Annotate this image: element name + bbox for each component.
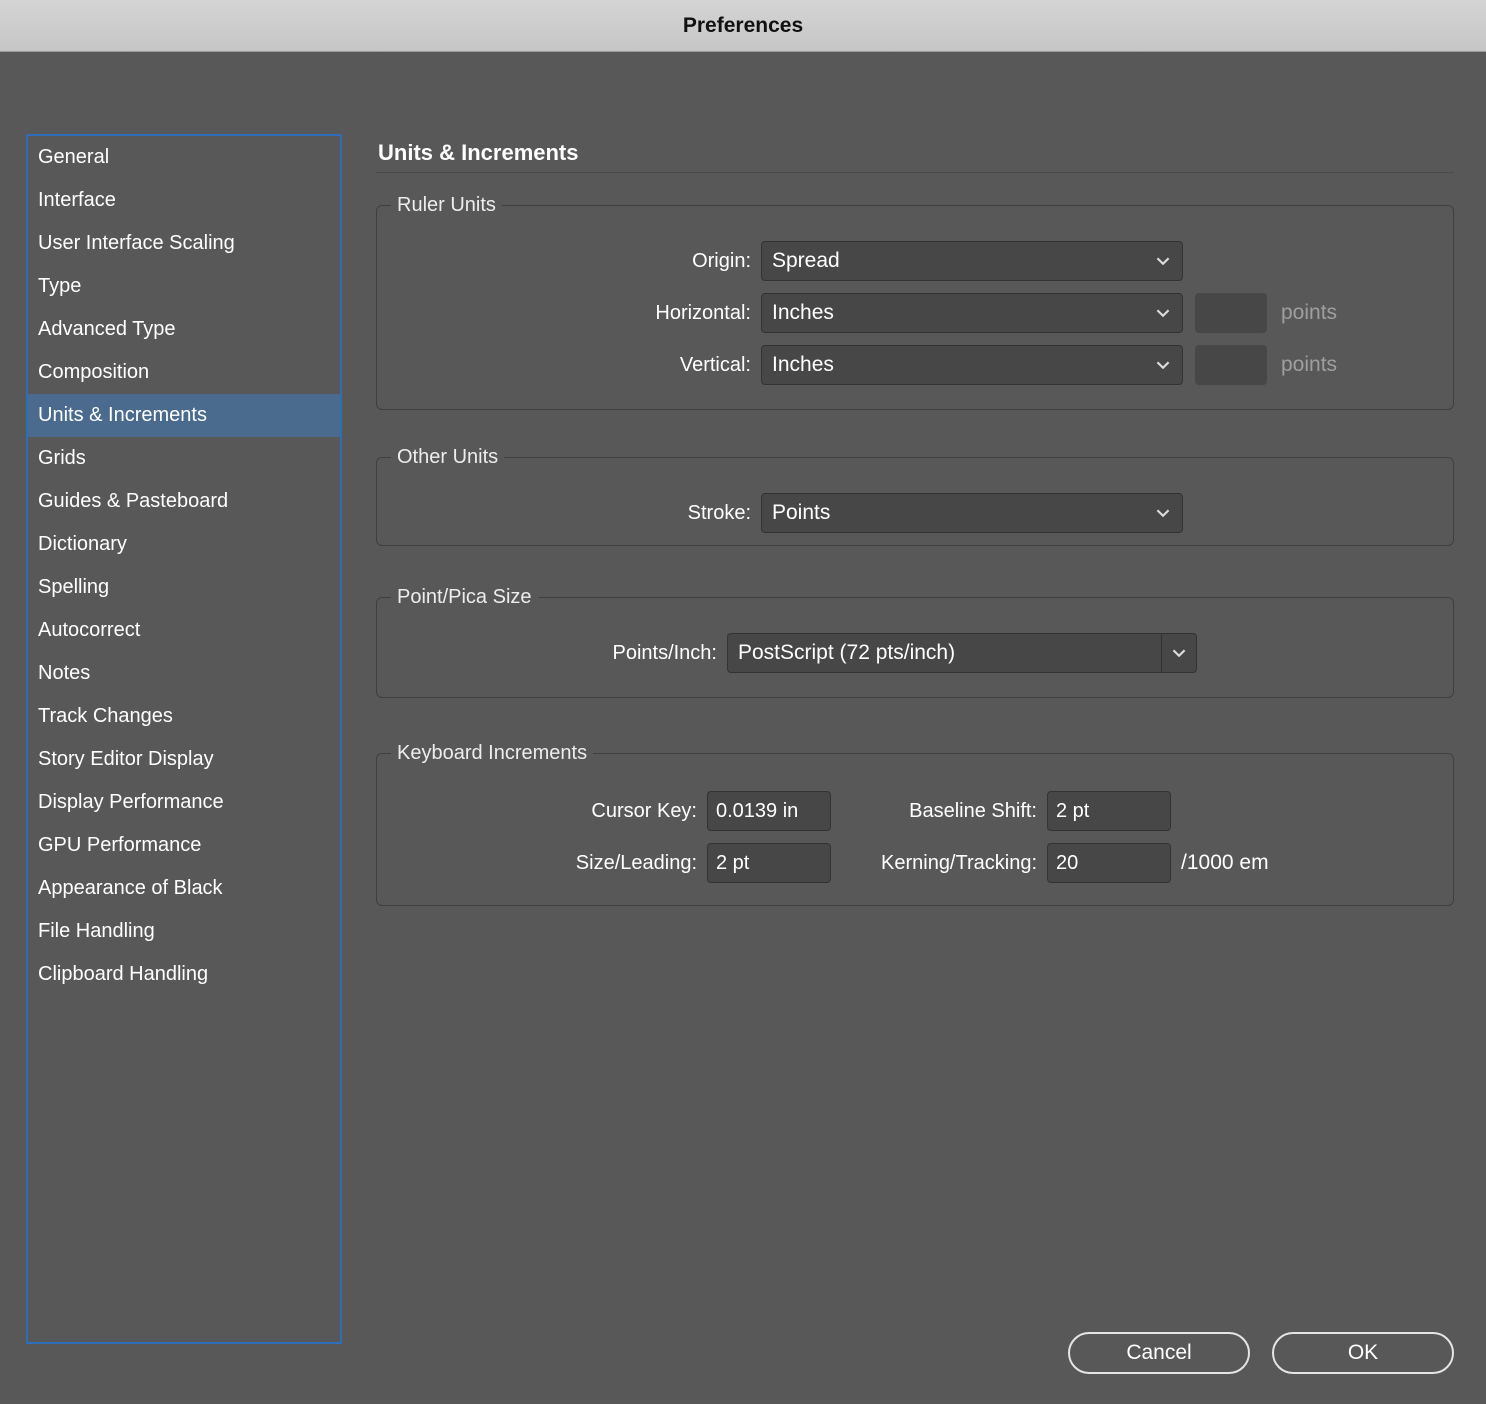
ok-button[interactable]: OK: [1272, 1332, 1454, 1374]
sidebar-item-label: File Handling: [38, 920, 155, 942]
input-horizontal-points[interactable]: [1195, 293, 1267, 333]
sidebar-item-label: Grids: [38, 447, 86, 469]
combobox-ppi[interactable]: PostScript (72 pts/inch): [727, 633, 1197, 673]
input-baseline-shift[interactable]: 2 pt: [1047, 791, 1171, 831]
group-point-pica: Point/Pica Size Points/Inch: PostScript …: [376, 586, 1454, 698]
chevron-down-icon: [1154, 304, 1172, 322]
sidebar-item-guides-pasteboard[interactable]: Guides & Pasteboard: [28, 480, 340, 523]
sidebar-item-label: Units & Increments: [38, 404, 207, 426]
window-title: Preferences: [683, 14, 803, 38]
sidebar-item-label: User Interface Scaling: [38, 232, 235, 254]
label-ppi: Points/Inch:: [377, 642, 717, 665]
dropdown-vertical[interactable]: Inches: [761, 345, 1183, 385]
input-size-leading[interactable]: 2 pt: [707, 843, 831, 883]
label-size-leading: Size/Leading:: [377, 852, 697, 875]
dropdown-origin[interactable]: Spread: [761, 241, 1183, 281]
window-titlebar: Preferences: [0, 0, 1486, 52]
sidebar-item-label: Track Changes: [38, 705, 173, 727]
sidebar-item-label: GPU Performance: [38, 834, 201, 856]
group-keyboard-increments: Keyboard Increments Cursor Key: 0.0139 i…: [376, 742, 1454, 906]
sidebar-item-type[interactable]: Type: [28, 265, 340, 308]
dropdown-horizontal[interactable]: Inches: [761, 293, 1183, 333]
sidebar-item-notes[interactable]: Notes: [28, 652, 340, 695]
suffix-vertical-points: points: [1281, 353, 1337, 377]
sidebar-item-autocorrect[interactable]: Autocorrect: [28, 609, 340, 652]
sidebar-item-story-editor-display[interactable]: Story Editor Display: [28, 738, 340, 781]
sidebar-item-label: Display Performance: [38, 791, 224, 813]
input-kerning-tracking[interactable]: 20: [1047, 843, 1171, 883]
sidebar-item-display-performance[interactable]: Display Performance: [28, 781, 340, 824]
sidebar-item-label: General: [38, 146, 109, 168]
group-keyboard-legend: Keyboard Increments: [391, 742, 593, 765]
label-vertical: Vertical:: [377, 354, 751, 377]
group-other-units: Other Units Stroke: Points: [376, 446, 1454, 546]
sidebar-item-label: Dictionary: [38, 533, 127, 555]
dropdown-vertical-value: Inches: [772, 353, 834, 377]
sidebar-item-composition[interactable]: Composition: [28, 351, 340, 394]
sidebar-item-label: Guides & Pasteboard: [38, 490, 228, 512]
label-origin: Origin:: [377, 250, 751, 273]
sidebar-item-general[interactable]: General: [28, 136, 340, 179]
label-cursor-key: Cursor Key:: [377, 800, 697, 823]
group-point-pica-legend: Point/Pica Size: [391, 586, 538, 609]
suffix-kerning-tracking: /1000 em: [1181, 851, 1269, 875]
sidebar-item-appearance-of-black[interactable]: Appearance of Black: [28, 867, 340, 910]
group-ruler-legend: Ruler Units: [391, 194, 502, 217]
sidebar-item-dictionary[interactable]: Dictionary: [28, 523, 340, 566]
sidebar-item-label: Autocorrect: [38, 619, 140, 641]
sidebar-item-track-changes[interactable]: Track Changes: [28, 695, 340, 738]
dropdown-origin-value: Spread: [772, 249, 840, 273]
sidebar-item-spelling[interactable]: Spelling: [28, 566, 340, 609]
sidebar-item-gpu-performance[interactable]: GPU Performance: [28, 824, 340, 867]
sidebar-item-label: Composition: [38, 361, 149, 383]
chevron-down-icon: [1154, 504, 1172, 522]
sidebar-item-label: Notes: [38, 662, 90, 684]
input-cursor-key[interactable]: 0.0139 in: [707, 791, 831, 831]
input-vertical-points[interactable]: [1195, 345, 1267, 385]
sidebar-item-interface[interactable]: Interface: [28, 179, 340, 222]
chevron-down-icon: [1161, 633, 1197, 673]
group-ruler-units: Ruler Units Origin: Spread Horizontal: I…: [376, 194, 1454, 410]
cancel-button[interactable]: Cancel: [1068, 1332, 1250, 1374]
sidebar-item-user-interface-scaling[interactable]: User Interface Scaling: [28, 222, 340, 265]
sidebar-item-advanced-type[interactable]: Advanced Type: [28, 308, 340, 351]
sidebar-item-label: Interface: [38, 189, 116, 211]
chevron-down-icon: [1154, 356, 1172, 374]
label-horizontal: Horizontal:: [377, 302, 751, 325]
sidebar-item-label: Spelling: [38, 576, 109, 598]
sidebar-item-label: Type: [38, 275, 81, 297]
panel-title: Units & Increments: [378, 140, 579, 166]
sidebar-item-units-increments[interactable]: Units & Increments: [28, 394, 340, 437]
sidebar-item-grids[interactable]: Grids: [28, 437, 340, 480]
chevron-down-icon: [1154, 252, 1172, 270]
suffix-horizontal-points: points: [1281, 301, 1337, 325]
preferences-category-list: General Interface User Interface Scaling Ty…: [26, 134, 342, 1344]
sidebar-item-label: Appearance of Black: [38, 877, 223, 899]
sidebar-item-label: Story Editor Display: [38, 748, 214, 770]
dropdown-stroke-value: Points: [772, 501, 830, 525]
sidebar-item-label: Clipboard Handling: [38, 963, 208, 985]
label-stroke: Stroke:: [377, 502, 751, 525]
combobox-ppi-value: PostScript (72 pts/inch): [738, 641, 955, 665]
label-baseline-shift: Baseline Shift:: [837, 800, 1037, 823]
label-kerning-tracking: Kerning/Tracking:: [815, 852, 1037, 875]
dropdown-horizontal-value: Inches: [772, 301, 834, 325]
group-other-legend: Other Units: [391, 446, 504, 469]
sidebar-item-label: Advanced Type: [38, 318, 176, 340]
dropdown-stroke[interactable]: Points: [761, 493, 1183, 533]
sidebar-item-clipboard-handling[interactable]: Clipboard Handling: [28, 953, 340, 996]
sidebar-item-file-handling[interactable]: File Handling: [28, 910, 340, 953]
